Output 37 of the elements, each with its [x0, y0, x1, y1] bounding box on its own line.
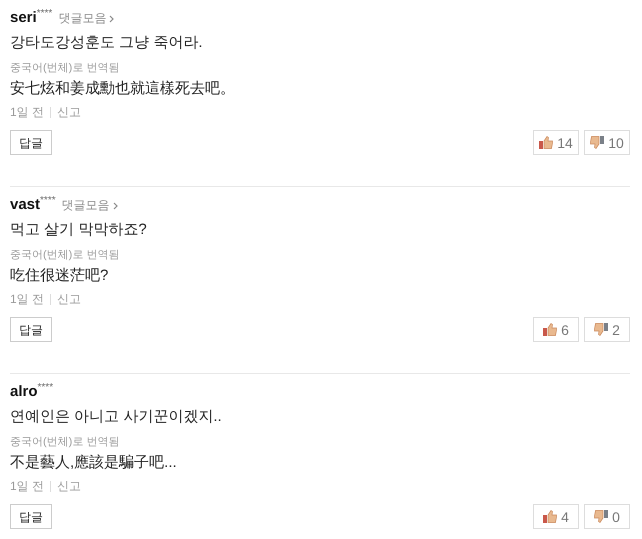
thumbs-up-icon	[539, 136, 554, 149]
translated-text: 安七炫和姜成勳也就這樣死去吧。	[10, 79, 236, 99]
chevron-icon	[112, 202, 118, 210]
translation-note: 중국어(번체)로 번역됨	[10, 248, 120, 262]
comment-text: 강타도강성훈도 그냥 죽어라.	[10, 33, 204, 53]
like-button[interactable]: 6	[533, 317, 579, 342]
like-button[interactable]: 4	[533, 504, 579, 529]
dislike-button[interactable]: 10	[584, 130, 630, 155]
report-link[interactable]: 신고	[57, 478, 82, 494]
dislike-button[interactable]: 0	[584, 504, 630, 529]
report-link[interactable]: 신고	[57, 290, 82, 308]
username: vast$^{****}$	[10, 195, 56, 213]
translated-text: 不是藝人,應該是騙子吧...	[10, 453, 178, 473]
chevron-icon	[109, 14, 114, 22]
translation-note: 중국어(번체)로 번역됨	[10, 435, 120, 449]
thumbs-down-icon	[594, 323, 608, 336]
dislike-button[interactable]: 2	[584, 317, 630, 342]
thumbs-down-icon	[590, 136, 604, 149]
reply-button[interactable]: 답글	[10, 504, 52, 529]
username: alro$^{****}$	[10, 382, 54, 400]
comment-collection-link[interactable]: 댓글모음	[58, 10, 114, 27]
translated-text: 吃住很迷茫吧?	[10, 266, 110, 286]
report-link[interactable]: 신고	[57, 104, 82, 120]
comment-collection-link[interactable]: 댓글모음	[62, 197, 118, 214]
thumbs-down-icon	[594, 510, 608, 523]
comment-text: 먹고 살기 막막하죠?	[10, 220, 148, 240]
thumbs-up-icon	[543, 510, 558, 523]
thumbs-up-icon	[543, 323, 558, 336]
reply-button[interactable]: 답글	[10, 317, 52, 342]
timestamp: 1일 전	[10, 478, 44, 494]
timestamp: 1일 전	[10, 290, 44, 308]
reply-button[interactable]: 답글	[10, 130, 52, 155]
username: seri$^{****}$	[10, 8, 52, 26]
timestamp: 1일 전	[10, 104, 44, 120]
like-button[interactable]: 14	[533, 130, 579, 155]
translation-note: 중국어(번체)로 번역됨	[10, 61, 120, 75]
comment-text: 연예인은 아니고 사기꾼이겠지..	[10, 407, 223, 427]
